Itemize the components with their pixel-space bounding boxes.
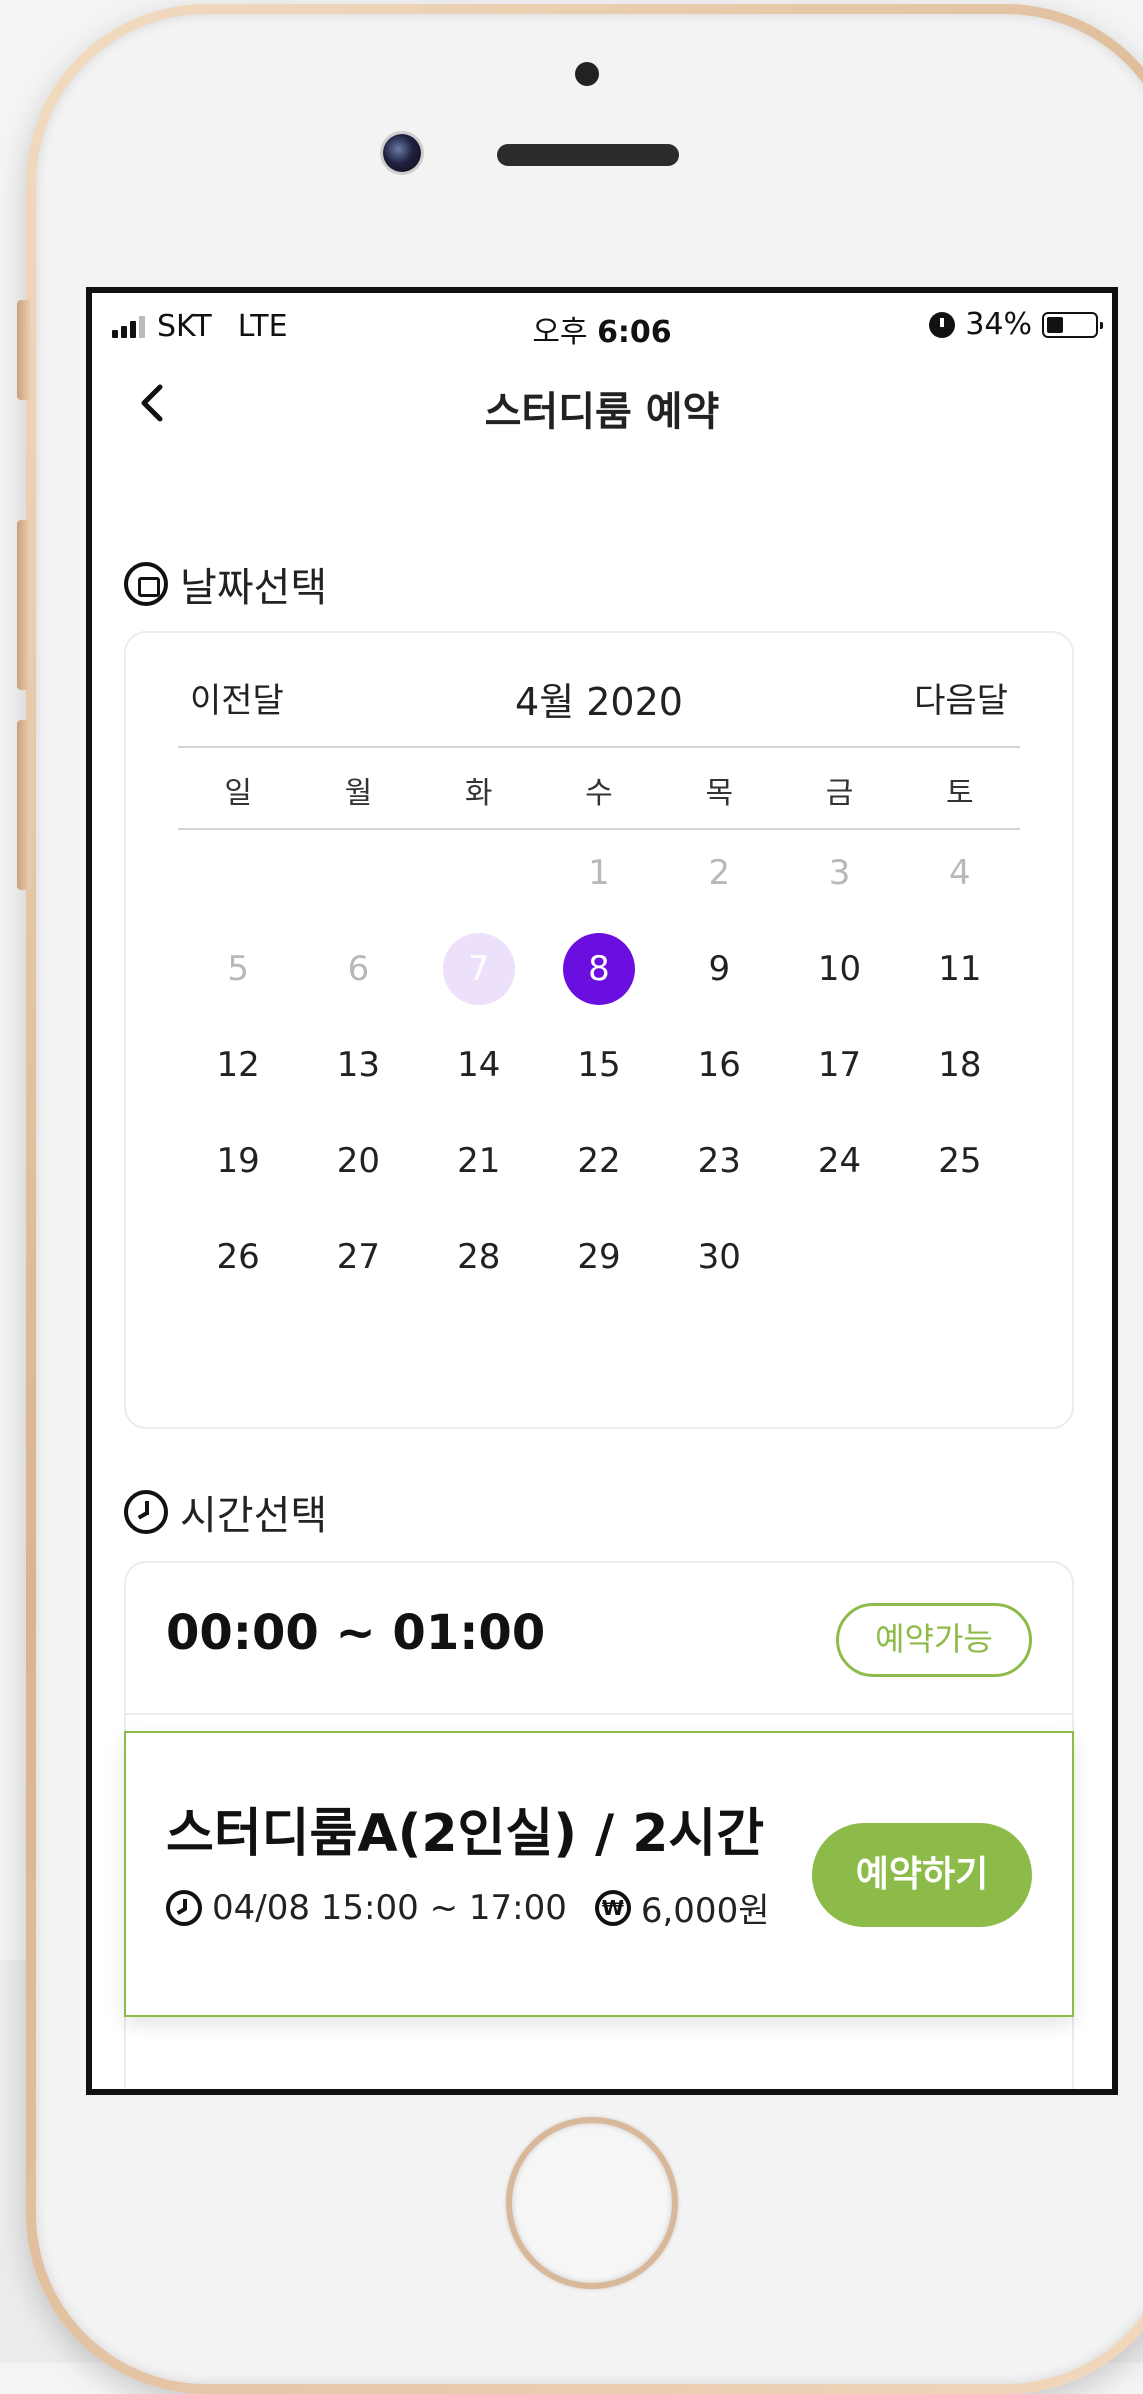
earpiece-speaker	[497, 144, 679, 166]
navigation-bar: 스터디룸 예약	[92, 363, 1112, 443]
weekday-label: 토	[946, 776, 974, 811]
phone-screen: SKT LTE 오후 6:06 34% 스터디룸 예약 날짜선택 이전달 4월 …	[86, 287, 1118, 2095]
date-section-header: 날짜선택	[124, 555, 327, 613]
volume-down-button	[17, 720, 31, 890]
next-month-button[interactable]: 다음달	[914, 673, 1008, 722]
calendar: 이전달 4월 2020 다음달 일월화수목금토 1 2 3 4 5 6 7 8 9 10 11 12 1…	[124, 631, 1074, 1429]
home-button[interactable]	[506, 2117, 678, 2289]
day-number: 18	[938, 1045, 982, 1085]
calendar-icon	[124, 562, 168, 606]
day-number: 6	[347, 949, 370, 989]
time-slot[interactable]: 00:00 ~ 01:00 예약가능	[126, 1563, 1072, 1715]
calendar-divider	[178, 828, 1020, 830]
time-prefix: 오후	[532, 315, 588, 350]
booking-meta: 04/08 15:00 ~ 17:00 ₩ 6,000원	[166, 1883, 769, 1932]
weekday-label: 금	[825, 776, 854, 811]
day-number: 30	[697, 1237, 741, 1277]
day-number: 26	[216, 1237, 260, 1277]
day-number: 23	[697, 1141, 741, 1181]
weekday-label: 일	[224, 776, 252, 811]
day-number: 3	[828, 853, 851, 893]
date-section-title: 날짜선택	[180, 565, 328, 611]
booking-summary-card: 스터디룸A(2인실) / 2시간 04/08 15:00 ~ 17:00 ₩ 6…	[124, 1731, 1074, 2017]
day-number: 28	[457, 1237, 501, 1277]
clock-icon	[166, 1889, 202, 1926]
calendar-day[interactable]: 30	[659, 1237, 779, 1333]
day-number: 13	[336, 1045, 381, 1085]
calendar-day[interactable]: 24	[779, 1141, 899, 1237]
battery-icon	[1042, 311, 1103, 338]
reserve-button[interactable]: 예약하기	[812, 1823, 1032, 1927]
slot-time: 00:00 ~ 01:00	[166, 1605, 546, 1661]
weekday-label: 수	[585, 776, 613, 811]
weekday-row: 일월화수목금토	[178, 768, 1020, 812]
day-number: 2	[708, 853, 731, 893]
time-value: 6:06	[597, 315, 672, 350]
day-number: 24	[817, 1141, 862, 1181]
day-number: 10	[817, 949, 862, 989]
day-number: 5	[227, 949, 249, 989]
day-number: 9	[708, 949, 731, 989]
alarm-icon	[929, 311, 956, 338]
day-number: 8	[562, 933, 635, 1005]
day-number: 1	[588, 853, 610, 893]
time-section-title: 시간선택	[180, 1493, 328, 1539]
status-bar: SKT LTE 오후 6:06 34%	[92, 293, 1112, 351]
day-number	[322, 837, 394, 909]
calendar-divider	[178, 746, 1020, 748]
room-name: 스터디룸A(2인실) / 2시간	[166, 1804, 765, 1864]
day-number: 21	[457, 1141, 501, 1181]
day-number: 19	[216, 1141, 260, 1181]
proximity-sensor	[575, 62, 599, 86]
day-number: 17	[817, 1045, 862, 1085]
day-number: 20	[336, 1141, 381, 1181]
weekday-label: 월	[344, 776, 373, 811]
weekday-label: 목	[705, 776, 734, 811]
page-title: 스터디룸 예약	[484, 389, 720, 435]
calendar-day[interactable]: 29	[539, 1237, 659, 1333]
booking-datetime: 04/08 15:00 ~ 17:00	[212, 1887, 567, 1928]
day-number	[443, 837, 515, 909]
booking-price: 6,000원	[640, 1891, 770, 1931]
day-number: 4	[949, 853, 971, 893]
calendar-day[interactable]: 28	[419, 1237, 539, 1333]
battery-percent: 34%	[965, 307, 1032, 342]
day-number: 25	[938, 1141, 982, 1181]
day-number: 29	[577, 1237, 621, 1277]
day-number: 11	[938, 949, 982, 989]
front-camera	[383, 134, 421, 172]
clock-icon	[124, 1490, 168, 1534]
calendar-day[interactable]: 26	[178, 1237, 298, 1333]
day-number: 16	[697, 1045, 741, 1085]
weekday-label: 화	[464, 776, 493, 811]
calendar-day[interactable]: 27	[298, 1237, 418, 1333]
calendar-day[interactable]: 25	[900, 1141, 1020, 1237]
status-right: 34%	[929, 307, 1103, 342]
day-number: 7	[442, 933, 515, 1005]
mute-switch	[17, 300, 31, 400]
day-number: 12	[216, 1045, 260, 1085]
day-number: 14	[457, 1045, 501, 1085]
day-number: 15	[577, 1045, 621, 1085]
calendar-header: 이전달 4월 2020 다음달	[126, 669, 1072, 729]
day-grid: 1 2 3 4 5 6 7 8 9 10 11 12 13 14 15 16 17 18 19 20 21 22 23 24 2…	[178, 853, 1020, 1333]
day-number: 22	[577, 1141, 621, 1181]
day-number: 27	[336, 1237, 381, 1277]
won-currency-icon: ₩	[594, 1889, 631, 1926]
time-section-header: 시간선택	[124, 1483, 327, 1541]
availability-badge[interactable]: 예약가능	[836, 1603, 1032, 1677]
volume-up-button	[17, 520, 31, 690]
day-number	[202, 837, 274, 909]
